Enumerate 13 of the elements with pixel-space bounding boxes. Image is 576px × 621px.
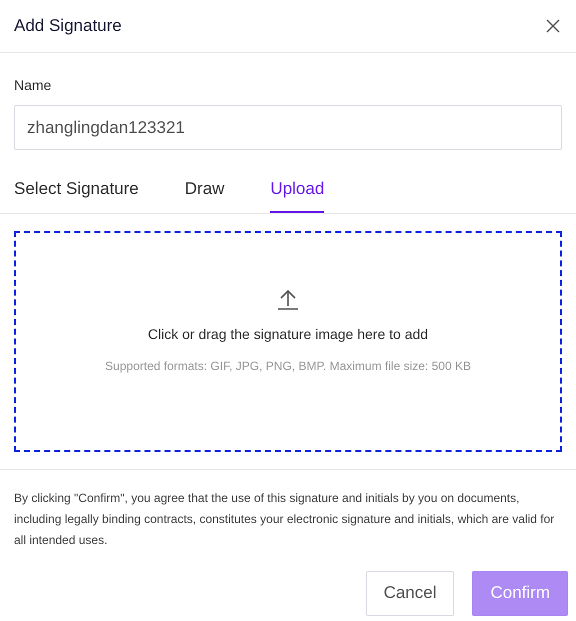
- upload-hint: Supported formats: GIF, JPG, PNG, BMP. Maximum file size: 500 KB: [105, 358, 471, 374]
- cancel-button[interactable]: Cancel: [366, 570, 454, 616]
- tab[interactable]: Upload: [270, 176, 324, 212]
- tab[interactable]: Select Signature: [14, 176, 139, 212]
- field-label: Name: [14, 76, 52, 95]
- close-icon[interactable]: [544, 17, 562, 35]
- tab[interactable]: Draw: [184, 176, 224, 212]
- name-field[interactable]: zhanglingdan123321: [14, 105, 562, 150]
- consent-notice: By clicking "Confirm", you agree that the use of this signature and initials by you on documents, including legally binding contracts, constitutes your electronic signature and initials, which are valid for all intended uses.: [14, 490, 556, 548]
- upload-icon: [277, 288, 299, 310]
- upload-prompt: Click or drag the signature image here to add: [148, 324, 428, 344]
- dialog-title: Add Signature: [14, 15, 122, 38]
- upload-dropzone[interactable]: Click or drag the signature image here to add Supported formats: GIF, JPG, PNG, BMP. Maximum file size: 500 KB: [14, 230, 562, 452]
